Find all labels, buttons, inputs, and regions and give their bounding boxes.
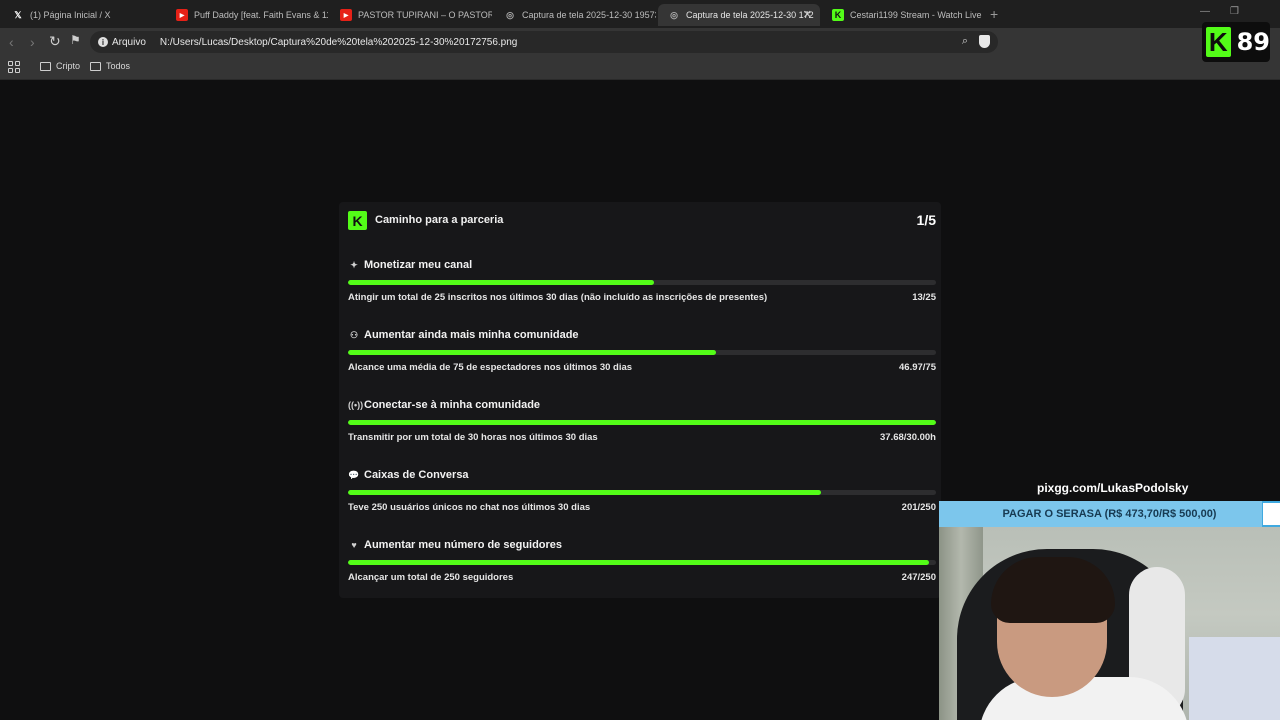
browser-tab[interactable]: 𝕏 (1) Página Inicial / X bbox=[2, 4, 164, 26]
tab-label: Captura de tela 2025-12-30 195730.p bbox=[522, 10, 656, 20]
goal-title-row: ⚇ Aumentar ainda mais minha comunidade bbox=[348, 329, 579, 341]
browser-tab[interactable]: ◎ Captura de tela 2025-12-30 195730.p bbox=[494, 4, 656, 26]
youtube-icon: ▶ bbox=[176, 9, 188, 21]
goal-description: Teve 250 usuários únicos no chat nos últ… bbox=[348, 502, 591, 513]
browser-toolbar: ‹ › ↻ ⚑ i Arquivo N:/Users/Lucas/Desktop… bbox=[0, 28, 1280, 75]
panel-header: K Caminho para a parceria 1/5 bbox=[348, 211, 936, 231]
minimize-icon[interactable]: — bbox=[1200, 6, 1210, 17]
folder-icon bbox=[90, 61, 101, 71]
tab-bar: 𝕏 (1) Página Inicial / X ▶ Puff Daddy [f… bbox=[0, 0, 1280, 28]
goal-value: 247/250 bbox=[901, 572, 936, 583]
goal-progress-track bbox=[348, 280, 936, 285]
goal-description: Transmitir por um total de 30 horas nos … bbox=[348, 432, 598, 443]
browser-tab-active[interactable]: ◎ Captura de tela 2025-12-30 172 ✕ bbox=[658, 4, 820, 26]
goal-title-row: ✦ Monetizar meu canal bbox=[348, 259, 472, 271]
brave-shield-icon[interactable] bbox=[979, 35, 990, 48]
address-bar[interactable]: i Arquivo N:/Users/Lucas/Desktop/Captura… bbox=[90, 31, 998, 53]
bookmark-label: Todos bbox=[106, 61, 131, 71]
goal-row: ✦ Monetizar meu canal Atingir um total de … bbox=[348, 259, 936, 315]
address-url[interactable]: N:/Users/Lucas/Desktop/Captura%20de%20te… bbox=[160, 37, 517, 48]
goal-row: ⚇ Aumentar ainda mais minha comunidade Alc… bbox=[348, 329, 936, 385]
browser-tab[interactable]: ▶ Puff Daddy [feat. Faith Evans & 112] bbox=[166, 4, 328, 26]
info-icon[interactable]: i bbox=[98, 37, 108, 47]
kick-counter-badge: K 89 bbox=[1202, 22, 1270, 62]
donation-goal-bar: PAGAR O SERASA (R$ 473,70/R$ 500,00) bbox=[939, 501, 1280, 527]
goal-title: Monetizar meu canal bbox=[364, 259, 473, 271]
goal-description: Alcance uma média de 75 de espectadores … bbox=[348, 362, 633, 373]
globe-icon: ◎ bbox=[506, 9, 514, 20]
youtube-icon: ▶ bbox=[340, 9, 352, 21]
heart-icon: ♥ bbox=[351, 540, 357, 550]
goal-value: 201/250 bbox=[901, 502, 936, 513]
goal-description: Alcançar um total de 250 seguidores bbox=[348, 572, 514, 583]
overlay-link: pixgg.com/LukasPodolsky bbox=[1037, 481, 1189, 495]
goal-progress-track bbox=[348, 490, 936, 495]
reload-icon[interactable]: ↻ bbox=[49, 33, 61, 50]
zoom-icon[interactable]: ⌕ bbox=[962, 35, 968, 48]
donation-goal-label: PAGAR O SERASA (R$ 473,70/R$ 500,00) bbox=[1002, 508, 1217, 520]
donation-goal-remainder bbox=[1263, 503, 1280, 525]
goal-progress-fill bbox=[348, 490, 821, 495]
goal-progress-track bbox=[348, 560, 936, 565]
goal-title-row: ♥ Aumentar meu número de seguidores bbox=[348, 539, 562, 551]
maximize-icon[interactable]: ❐ bbox=[1230, 6, 1239, 17]
panel-step: 1/5 bbox=[916, 212, 936, 228]
partnership-panel: K Caminho para a parceria 1/5 ✦ Monetizar… bbox=[339, 202, 941, 598]
goal-value: 13/25 bbox=[912, 292, 936, 303]
goal-description: Atingir um total de 25 inscritos nos últ… bbox=[348, 292, 768, 303]
forward-icon[interactable]: › bbox=[30, 34, 35, 50]
kick-counter: 89 bbox=[1236, 28, 1270, 56]
bookmarks-bar: Cripto Todos bbox=[0, 56, 1280, 80]
goal-progress-track bbox=[348, 420, 936, 425]
tab-label: PASTOR TUPIRANI – O PASTOR INCA bbox=[358, 10, 492, 20]
goal-value: 37.68/30.00h bbox=[880, 432, 936, 443]
goal-row: ♥ Aumentar meu número de seguidores Alcanç… bbox=[348, 539, 936, 595]
globe-icon: ◎ bbox=[670, 9, 678, 20]
chat-bubble-icon: 💬 bbox=[348, 469, 360, 480]
webcam-feed bbox=[939, 527, 1280, 720]
address-scheme: Arquivo bbox=[112, 36, 146, 48]
goal-row: ((•)) Conectar-se à minha comunidade Trans… bbox=[348, 399, 936, 455]
goal-title-row: ((•)) Conectar-se à minha comunidade bbox=[348, 399, 540, 411]
goal-title: Aumentar ainda mais minha comunidade bbox=[364, 329, 579, 341]
goal-progress-track bbox=[348, 350, 936, 355]
community-icon: ⚇ bbox=[349, 329, 359, 340]
goal-progress-fill bbox=[348, 350, 717, 355]
back-icon[interactable]: ‹ bbox=[9, 34, 14, 50]
bookmark-icon[interactable]: ⚑ bbox=[70, 33, 81, 47]
x-logo-icon: 𝕏 bbox=[14, 9, 22, 20]
bookmark-folder-todos[interactable]: Todos bbox=[90, 61, 130, 71]
broadcast-icon: ((•)) bbox=[348, 400, 364, 410]
folder-icon bbox=[40, 61, 51, 71]
goal-title-row: 💬 Caixas de Conversa bbox=[348, 469, 469, 481]
sparkle-icon: ✦ bbox=[350, 259, 358, 270]
tab-label: Puff Daddy [feat. Faith Evans & 112] bbox=[194, 10, 328, 20]
kick-logo-icon: K bbox=[1206, 27, 1231, 57]
browser-tab[interactable]: ▶ PASTOR TUPIRANI – O PASTOR INCA bbox=[330, 4, 492, 26]
goal-row: 💬 Caixas de Conversa Teve 250 usuários úni… bbox=[348, 469, 936, 525]
goal-title: Caixas de Conversa bbox=[364, 469, 469, 481]
webcam-person-hair bbox=[991, 557, 1115, 623]
new-tab-icon[interactable]: + bbox=[990, 6, 998, 22]
tab-label: (1) Página Inicial / X bbox=[30, 10, 111, 20]
bookmark-label: Cripto bbox=[56, 61, 81, 71]
panel-title: Caminho para a parceria bbox=[375, 214, 504, 226]
close-tab-icon[interactable]: ✕ bbox=[803, 8, 812, 21]
goal-progress-fill bbox=[348, 420, 936, 425]
apps-grid-icon[interactable] bbox=[8, 61, 20, 73]
goal-progress-fill bbox=[348, 560, 929, 565]
goal-title: Conectar-se à minha comunidade bbox=[364, 399, 541, 411]
goal-value: 46.97/75 bbox=[899, 362, 936, 373]
kick-icon: K bbox=[832, 9, 844, 21]
browser-tab[interactable]: K Cestari1199 Stream - Watch Live on K bbox=[822, 4, 984, 26]
tab-label: Cestari1199 Stream - Watch Live on K bbox=[850, 10, 984, 20]
bookmark-folder-cripto[interactable]: Cripto bbox=[40, 61, 80, 71]
goal-progress-fill bbox=[348, 280, 654, 285]
webcam-bed bbox=[1189, 637, 1280, 720]
kick-logo-icon: K bbox=[348, 211, 367, 230]
tab-label: Captura de tela 2025-12-30 172 bbox=[686, 10, 814, 20]
goal-title: Aumentar meu número de seguidores bbox=[364, 539, 563, 551]
